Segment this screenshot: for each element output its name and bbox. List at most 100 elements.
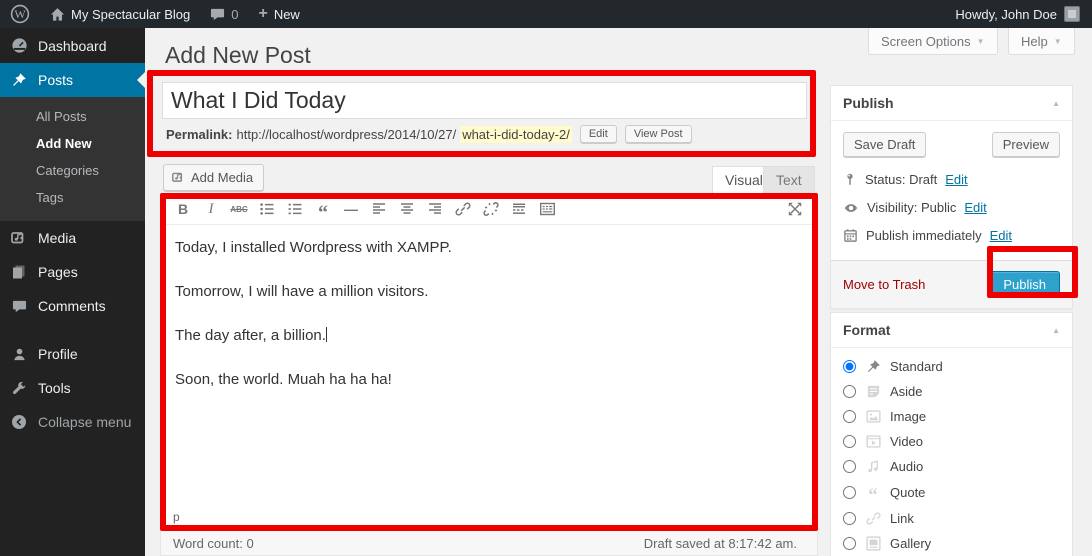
format-label: Audio [890,459,923,474]
sidebar-item-label: Comments [38,298,106,314]
panel-toggle-icon[interactable]: ▲ [1052,99,1060,108]
admin-sidebar: Dashboard Posts All Posts Add New Catego… [0,28,145,556]
view-post-button[interactable]: View Post [625,125,692,143]
chevron-down-icon: ▼ [977,37,985,46]
editor-content-area[interactable]: Today, I installed Wordpress with XAMPP.… [161,225,817,508]
numbered-list-button[interactable] [283,197,307,221]
pages-icon [10,264,28,280]
editor-paragraph: Soon, the world. Muah ha ha ha! [175,370,803,390]
sidebar-item-label: Profile [38,346,78,362]
sidebar-item-collapse-menu[interactable]: Collapse menu [0,405,145,439]
toolbar-toggle-button[interactable] [535,197,559,221]
format-option-audio: Audio [843,459,1060,474]
comment-bubble-icon [210,7,225,22]
edit-permalink-button[interactable]: Edit [580,125,617,143]
sidebar-item-add-new[interactable]: Add New [0,130,145,157]
editor-status-bar: Word count: 0 Draft saved at 8:17:42 am. [160,531,818,556]
sidebar-item-comments[interactable]: Comments [0,289,145,323]
tab-text[interactable]: Text [763,166,815,193]
italic-button[interactable]: I [199,197,223,221]
add-media-button[interactable]: Add Media [163,164,264,191]
horizontal-rule-button[interactable]: — [339,197,363,221]
insert-more-tag-button[interactable] [507,197,531,221]
format-panel-title: Format [843,322,890,338]
sidebar-item-profile[interactable]: Profile [0,337,145,371]
format-label: Image [890,409,926,424]
wordpress-logo-menu[interactable]: W [0,0,40,28]
quote-icon: “ [864,484,882,501]
collapse-arrow-icon [10,414,28,430]
format-panel-header[interactable]: Format ▲ [831,313,1072,348]
publish-panel: Publish ▲ Save Draft Preview Status: Dra… [830,85,1073,309]
comment-count: 0 [231,7,238,22]
format-option-link: Link [843,511,1060,526]
edit-schedule-link[interactable]: Edit [990,228,1012,243]
remove-link-button[interactable] [479,197,503,221]
publishing-actions: Move to Trash Publish [831,260,1072,308]
align-left-button[interactable] [367,197,391,221]
format-label: Link [890,511,914,526]
format-radio-link[interactable] [843,512,856,525]
eye-icon [843,201,859,215]
sidebar-item-posts[interactable]: Posts [0,63,145,97]
screen-options-tab[interactable]: Screen Options ▼ [868,28,998,55]
editor-element-path[interactable]: p [161,508,817,529]
help-tab[interactable]: Help ▼ [1008,28,1075,55]
edit-visibility-link[interactable]: Edit [964,200,986,215]
edit-status-link[interactable]: Edit [945,172,967,187]
comments-menu[interactable]: 0 [200,0,248,28]
calendar-icon [843,228,858,243]
bold-button[interactable]: B [171,197,195,221]
tab-text-label: Text [776,172,802,188]
sidebar-item-label: Collapse menu [38,414,131,430]
publish-button[interactable]: Publish [989,271,1060,298]
word-count: Word count: 0 [173,536,254,551]
format-radio-aside[interactable] [843,385,856,398]
publish-panel-header[interactable]: Publish ▲ [831,86,1072,121]
editor-paragraph: Tomorrow, I will have a million visitors… [175,282,803,302]
format-radio-audio[interactable] [843,460,856,473]
tab-visual-label: Visual [725,172,763,188]
move-to-trash-link[interactable]: Move to Trash [843,277,925,292]
fullscreen-button[interactable] [783,197,807,221]
sidebar-item-pages[interactable]: Pages [0,255,145,289]
format-radio-quote[interactable] [843,486,856,499]
format-radio-image[interactable] [843,410,856,423]
sidebar-item-media[interactable]: Media [0,221,145,255]
save-draft-button[interactable]: Save Draft [843,132,926,157]
strikethrough-button[interactable]: ABC [227,197,251,221]
sidebar-item-all-posts[interactable]: All Posts [0,103,145,130]
status-pin-icon [843,172,857,187]
format-option-quote: “ Quote [843,484,1060,501]
preview-button[interactable]: Preview [992,132,1060,157]
permalink-row: Permalink: http://localhost/wordpress/20… [166,125,692,143]
format-radio-video[interactable] [843,435,856,448]
editor-paragraph: The day after, a billion. [175,326,803,346]
align-center-button[interactable] [395,197,419,221]
insert-link-button[interactable] [451,197,475,221]
publish-panel-title: Publish [843,95,894,111]
format-label: Standard [890,359,943,374]
format-label: Gallery [890,536,931,551]
sidebar-item-tags[interactable]: Tags [0,184,145,211]
sidebar-item-tools[interactable]: Tools [0,371,145,405]
howdy-text[interactable]: Howdy, John Doe [955,7,1057,22]
format-radio-standard[interactable] [843,360,856,373]
post-title-input[interactable] [162,82,807,119]
format-radio-gallery[interactable] [843,537,856,550]
new-content-menu[interactable]: + New [248,0,309,28]
add-media-icon [172,171,185,184]
video-icon [864,434,882,449]
site-menu[interactable]: My Spectacular Blog [40,0,200,28]
user-avatar[interactable] [1064,6,1080,22]
sidebar-item-label: Dashboard [38,38,107,54]
align-right-button[interactable] [423,197,447,221]
blockquote-button[interactable]: “ [311,197,335,221]
sidebar-item-dashboard[interactable]: Dashboard [0,28,145,63]
bulleted-list-button[interactable] [255,197,279,221]
permalink-label: Permalink: [166,127,232,142]
permalink-base-url: http://localhost/wordpress/2014/10/27/ [236,127,456,142]
editor-toolbar: B I ABC “ — [161,194,817,225]
panel-toggle-icon[interactable]: ▲ [1052,326,1060,335]
sidebar-item-categories[interactable]: Categories [0,157,145,184]
